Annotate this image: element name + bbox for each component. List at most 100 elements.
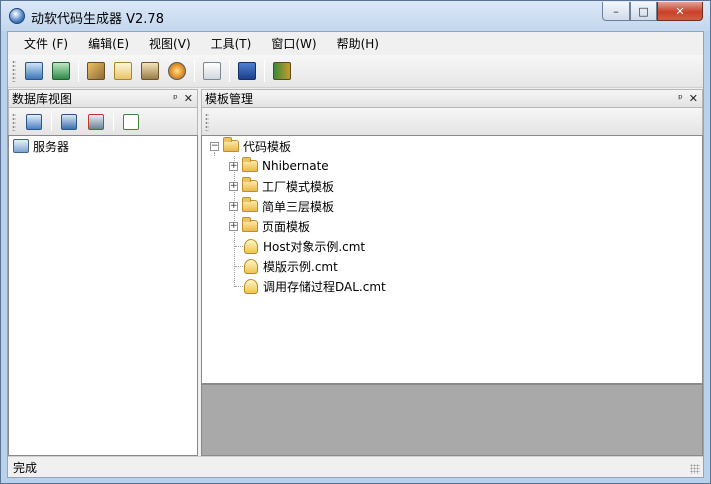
server-icon <box>13 139 29 153</box>
code-generator-icon <box>52 62 70 80</box>
tree-item-folder[interactable]: + 简单三层模板 <box>229 196 334 216</box>
tree-item-label: 模版示例.cmt <box>263 259 338 274</box>
add-server-button[interactable] <box>22 110 46 134</box>
disconnect-button[interactable] <box>84 110 108 134</box>
app-window: 动软代码生成器 V2.78 – □ ✕ 文件 (F) 编辑(E) 视图(V) 工… <box>0 0 711 484</box>
expand-icon[interactable]: + <box>229 181 238 191</box>
expand-icon[interactable]: + <box>229 201 238 211</box>
toolbar-separator <box>78 60 79 82</box>
toolbar-grip[interactable] <box>12 112 16 131</box>
tree-item-label: 工厂模式模板 <box>262 179 335 194</box>
tree-item-label: 调用存储过程DAL.cmt <box>263 279 386 294</box>
status-bar: 完成 <box>8 456 703 477</box>
document-icon <box>114 62 132 80</box>
tools-button[interactable] <box>84 59 108 83</box>
tree-item-label: Nhibernate <box>262 159 329 173</box>
output-panel <box>201 384 703 456</box>
connect-icon <box>61 113 77 130</box>
menu-file[interactable]: 文件 (F) <box>14 33 78 54</box>
toolbar-grip[interactable] <box>205 112 209 131</box>
template-file-icon <box>244 238 258 254</box>
database-view-panel: 数据库视图 ᵖ ✕ 服务器 <box>8 89 198 456</box>
menu-tools[interactable]: 工具(T) <box>201 33 262 54</box>
folder-icon <box>242 177 258 192</box>
database-tree: 服务器 <box>8 135 198 456</box>
template-file-icon <box>244 258 258 274</box>
database-view-header: 数据库视图 ᵖ ✕ <box>8 89 198 108</box>
add-server-icon <box>26 113 42 130</box>
connect-button[interactable] <box>57 110 81 134</box>
refresh-gear-button[interactable] <box>165 59 189 83</box>
tree-item-root[interactable]: − 代码模板 <box>210 136 291 156</box>
menu-view[interactable]: 视图(V) <box>139 33 201 54</box>
main-toolbar <box>8 55 703 88</box>
expand-icon[interactable]: + <box>229 221 238 231</box>
refresh-button[interactable] <box>119 110 143 134</box>
close-button[interactable]: ✕ <box>657 2 703 21</box>
folder-icon <box>242 197 258 212</box>
exit-icon <box>273 62 291 80</box>
close-icon[interactable]: ✕ <box>689 92 698 105</box>
title-bar[interactable]: 动软代码生成器 V2.78 – □ ✕ <box>1 1 710 31</box>
tree-item-label: 服务器 <box>33 139 70 154</box>
code-generator-button[interactable] <box>49 59 73 83</box>
word-icon <box>238 62 256 80</box>
template-tree: − 代码模板 + Nhibernate + 工厂模式模板 + 简单三层模板 + … <box>201 135 703 384</box>
toolbar-separator <box>113 112 114 131</box>
clipboard-icon <box>203 62 221 80</box>
toolbar-separator <box>264 60 265 82</box>
folder-open-icon <box>223 137 239 152</box>
tree-item-label: 简单三层模板 <box>262 199 335 214</box>
collapse-icon[interactable]: − <box>210 141 219 151</box>
refresh-icon <box>123 113 139 130</box>
folder-icon <box>242 217 258 232</box>
server-connect-icon <box>25 62 43 80</box>
minimize-button[interactable]: – <box>602 2 630 21</box>
template-manager-header: 模板管理 ᵖ ✕ <box>201 89 703 108</box>
close-icon[interactable]: ✕ <box>184 92 193 105</box>
menu-window[interactable]: 窗口(W) <box>261 33 326 54</box>
toolbar-grip[interactable] <box>12 60 16 82</box>
batch-icon <box>141 62 159 80</box>
menu-edit[interactable]: 编辑(E) <box>78 33 139 54</box>
tree-item-label: Host对象示例.cmt <box>263 239 366 254</box>
exit-button[interactable] <box>270 59 294 83</box>
server-connect-button[interactable] <box>22 59 46 83</box>
folder-icon <box>242 157 258 172</box>
tree-item-servers[interactable]: 服务器 <box>13 136 69 156</box>
resize-grip-icon[interactable] <box>690 464 700 474</box>
expand-icon[interactable]: + <box>229 161 238 171</box>
clipboard-button[interactable] <box>200 59 224 83</box>
document-button[interactable] <box>111 59 135 83</box>
tree-connector <box>235 266 243 267</box>
tools-icon <box>87 62 105 80</box>
template-manager-title: 模板管理 <box>205 92 254 106</box>
status-text: 完成 <box>13 460 38 475</box>
tree-item-file[interactable]: 模版示例.cmt <box>244 256 338 276</box>
tree-item-folder[interactable]: + 页面模板 <box>229 216 310 236</box>
tree-item-file[interactable]: 调用存储过程DAL.cmt <box>244 276 386 296</box>
client-area: 文件 (F) 编辑(E) 视图(V) 工具(T) 窗口(W) 帮助(H) 数据库… <box>7 31 704 478</box>
batch-button[interactable] <box>138 59 162 83</box>
menu-bar: 文件 (F) 编辑(E) 视图(V) 工具(T) 窗口(W) 帮助(H) <box>8 32 703 55</box>
maximize-button[interactable]: □ <box>630 2 657 21</box>
tree-connector <box>235 286 243 287</box>
disconnect-icon <box>88 113 104 130</box>
tree-item-label: 页面模板 <box>262 219 311 234</box>
pin-icon[interactable]: ᵖ <box>678 92 683 105</box>
template-file-icon <box>244 278 258 294</box>
toolbar-separator <box>51 112 52 131</box>
database-view-toolbar <box>8 108 198 135</box>
tree-item-folder[interactable]: + 工厂模式模板 <box>229 176 334 196</box>
word-button[interactable] <box>235 59 259 83</box>
refresh-gear-icon <box>168 62 186 80</box>
toolbar-separator <box>229 60 230 82</box>
window-title: 动软代码生成器 V2.78 <box>31 12 164 27</box>
tree-item-file[interactable]: Host对象示例.cmt <box>244 236 365 256</box>
menu-help[interactable]: 帮助(H) <box>327 33 389 54</box>
template-manager-toolbar <box>201 108 703 135</box>
tree-item-label: 代码模板 <box>243 139 292 154</box>
toolbar-separator <box>194 60 195 82</box>
pin-icon[interactable]: ᵖ <box>173 92 178 105</box>
tree-item-folder[interactable]: + Nhibernate <box>229 156 329 176</box>
